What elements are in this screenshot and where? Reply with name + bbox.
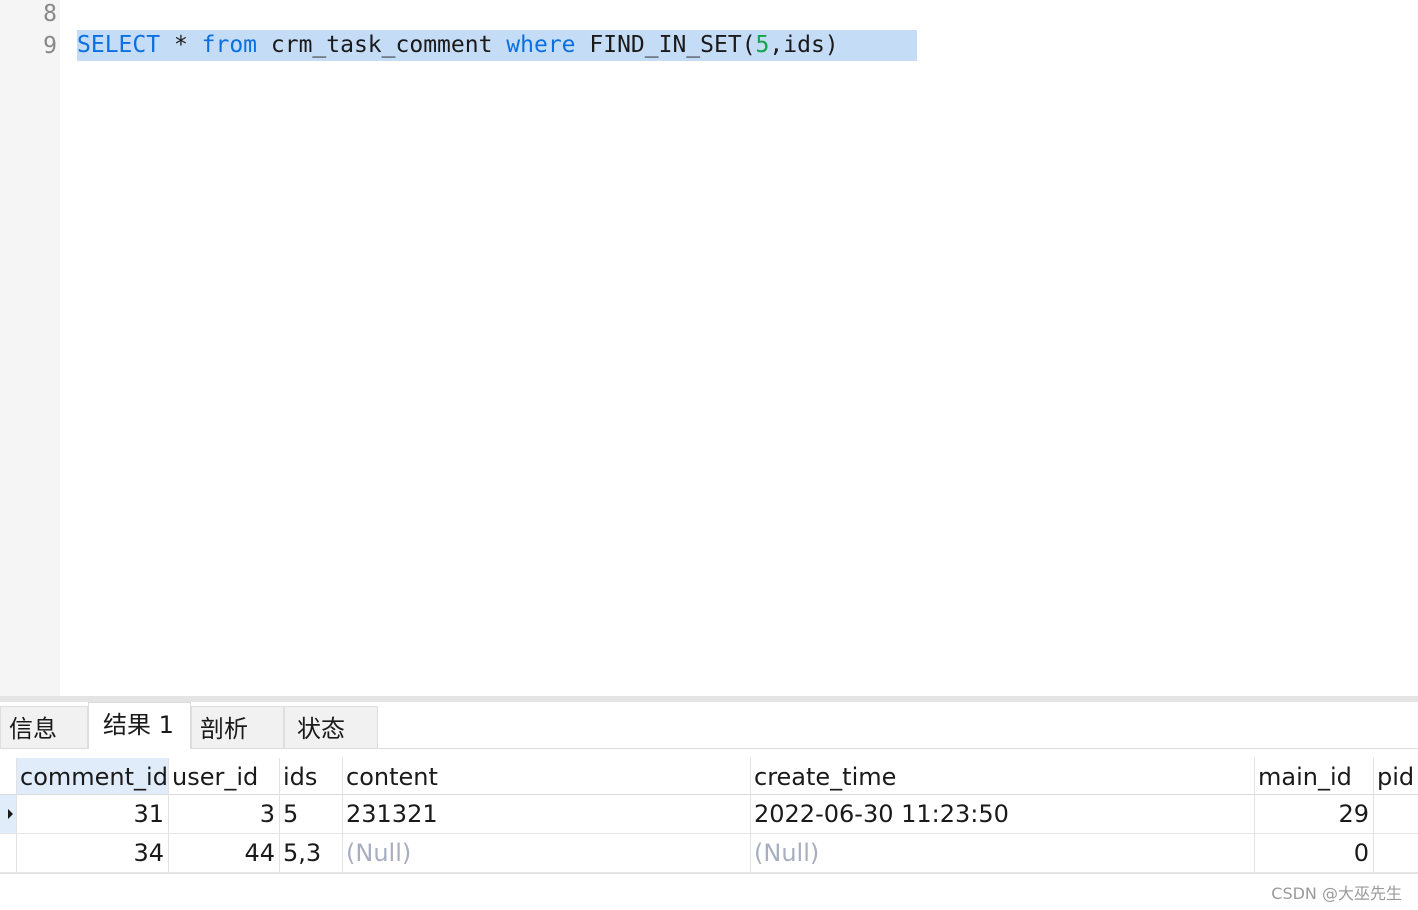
table-cell-content[interactable]: (Null): [343, 834, 751, 873]
table-cell-user-id[interactable]: 44: [169, 834, 280, 873]
column-header-content[interactable]: content: [343, 758, 751, 795]
table-cell-pid[interactable]: [1374, 834, 1418, 873]
row-selector[interactable]: [0, 834, 17, 873]
tab-profile[interactable]: 剖析: [191, 706, 284, 748]
table-cell-ids[interactable]: 5: [280, 795, 343, 834]
table-cell-create-time[interactable]: 2022-06-30 11:23:50: [751, 795, 1255, 834]
column-header-main-id[interactable]: main_id: [1255, 758, 1374, 795]
watermark: CSDN @大巫先生: [1271, 884, 1402, 903]
sql-token-plain: crm_task_comment: [257, 32, 507, 58]
table-cell-pid[interactable]: [1374, 795, 1418, 834]
line-number-gutter: 8 9: [0, 0, 60, 696]
sql-token-keyword: from: [201, 32, 258, 58]
line-number: 9: [43, 33, 57, 59]
result-grid: comment_id user_id ids content create_ti…: [0, 758, 1418, 874]
row-selector[interactable]: [0, 795, 17, 834]
column-header-pid[interactable]: pid: [1374, 758, 1418, 795]
table-cell-create-time[interactable]: (Null): [751, 834, 1255, 873]
result-tab-bar: 信息 结果 1 剖析 状态: [0, 702, 1418, 749]
sql-editor[interactable]: 8 9 SELECT * from crm_task_comment where…: [0, 0, 1418, 696]
tab-info[interactable]: 信息: [0, 706, 88, 748]
sql-token-plain: ,ids): [769, 32, 839, 58]
sql-token-plain: *: [160, 32, 202, 58]
grid-divider: [0, 873, 1418, 874]
table-cell-user-id[interactable]: 3: [169, 795, 280, 834]
tab-result-1[interactable]: 结果 1: [88, 702, 191, 749]
column-header-ids[interactable]: ids: [280, 758, 343, 795]
table-cell-comment-id[interactable]: 31: [17, 795, 169, 834]
column-header-user-id[interactable]: user_id: [169, 758, 280, 795]
sql-token-keyword: where: [506, 32, 576, 58]
table-cell-content[interactable]: 231321: [343, 795, 751, 834]
current-row-arrow-icon: [8, 809, 13, 819]
table-cell-ids[interactable]: 5,3: [280, 834, 343, 873]
sql-token-plain: FIND_IN_SET(: [575, 32, 756, 58]
sql-token-number: 5: [755, 32, 770, 58]
line-number: 8: [43, 1, 57, 27]
table-cell-comment-id[interactable]: 34: [17, 834, 169, 873]
sql-token-keyword: SELECT: [77, 32, 161, 58]
row-selector-header: [0, 758, 17, 795]
tab-status[interactable]: 状态: [284, 706, 378, 748]
column-header-comment-id[interactable]: comment_id: [17, 758, 169, 795]
column-header-create-time[interactable]: create_time: [751, 758, 1255, 795]
table-cell-main-id[interactable]: 0: [1255, 834, 1374, 873]
sql-query-line[interactable]: SELECT * from crm_task_comment where FIN…: [77, 29, 839, 61]
table-cell-main-id[interactable]: 29: [1255, 795, 1374, 834]
